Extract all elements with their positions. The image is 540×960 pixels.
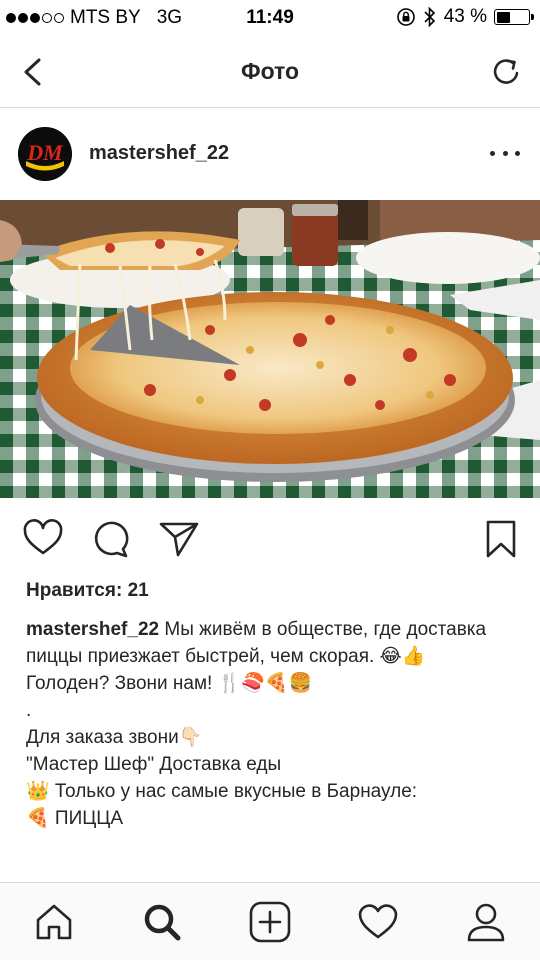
status-bar: MTS BY 3G 11:49 43 % <box>0 0 540 36</box>
caption-line: Для заказа звони👇🏻 <box>26 727 203 748</box>
post-actions <box>0 498 540 578</box>
orientation-lock-icon <box>396 8 415 26</box>
more-dots-icon[interactable] <box>490 138 520 168</box>
svg-text:DM: DM <box>26 140 64 165</box>
home-icon[interactable] <box>32 900 76 944</box>
profile-icon[interactable] <box>464 900 508 944</box>
caption-line: 👑 Только у нас самые вкусные в Барнауле: <box>26 781 418 802</box>
battery-percent: 43 % <box>443 6 487 27</box>
caption-username[interactable]: mastershef_22 <box>26 619 159 640</box>
battery-icon <box>494 9 534 25</box>
post-username[interactable]: mastershef_22 <box>89 142 229 165</box>
caption-line: Голоден? Звони нам! 🍴🍣🍕🍔 <box>26 673 313 694</box>
post-header: DM mastershef_22 <box>0 108 540 200</box>
caption-line: "Мастер Шеф" Доставка еды <box>26 754 282 775</box>
activity-heart-icon[interactable] <box>356 900 400 944</box>
pizza-photo-illustration <box>0 200 540 498</box>
share-icon[interactable] <box>158 518 200 560</box>
nav-bar: Фото <box>0 36 540 108</box>
comment-icon[interactable] <box>90 518 132 560</box>
avatar-logo: DM <box>18 127 72 181</box>
caption-line: . <box>26 700 32 721</box>
add-post-icon[interactable] <box>248 900 292 944</box>
search-icon[interactable] <box>140 900 184 944</box>
likes-count[interactable]: Нравится: 21 <box>26 580 149 602</box>
pizza-photo[interactable] <box>0 200 540 498</box>
bookmark-icon[interactable] <box>480 518 522 560</box>
caption-line: 🍕 ПИЦЦА <box>26 808 124 829</box>
refresh-icon[interactable] <box>486 52 526 92</box>
tab-bar <box>0 882 540 960</box>
post-caption: mastershef_22 Мы живём в обществе, где д… <box>26 616 516 832</box>
status-right: 43 % <box>396 6 534 28</box>
heart-icon[interactable] <box>22 518 64 560</box>
avatar[interactable]: DM <box>18 127 72 181</box>
page-title: Фото <box>240 58 300 84</box>
bluetooth-icon <box>424 6 435 28</box>
